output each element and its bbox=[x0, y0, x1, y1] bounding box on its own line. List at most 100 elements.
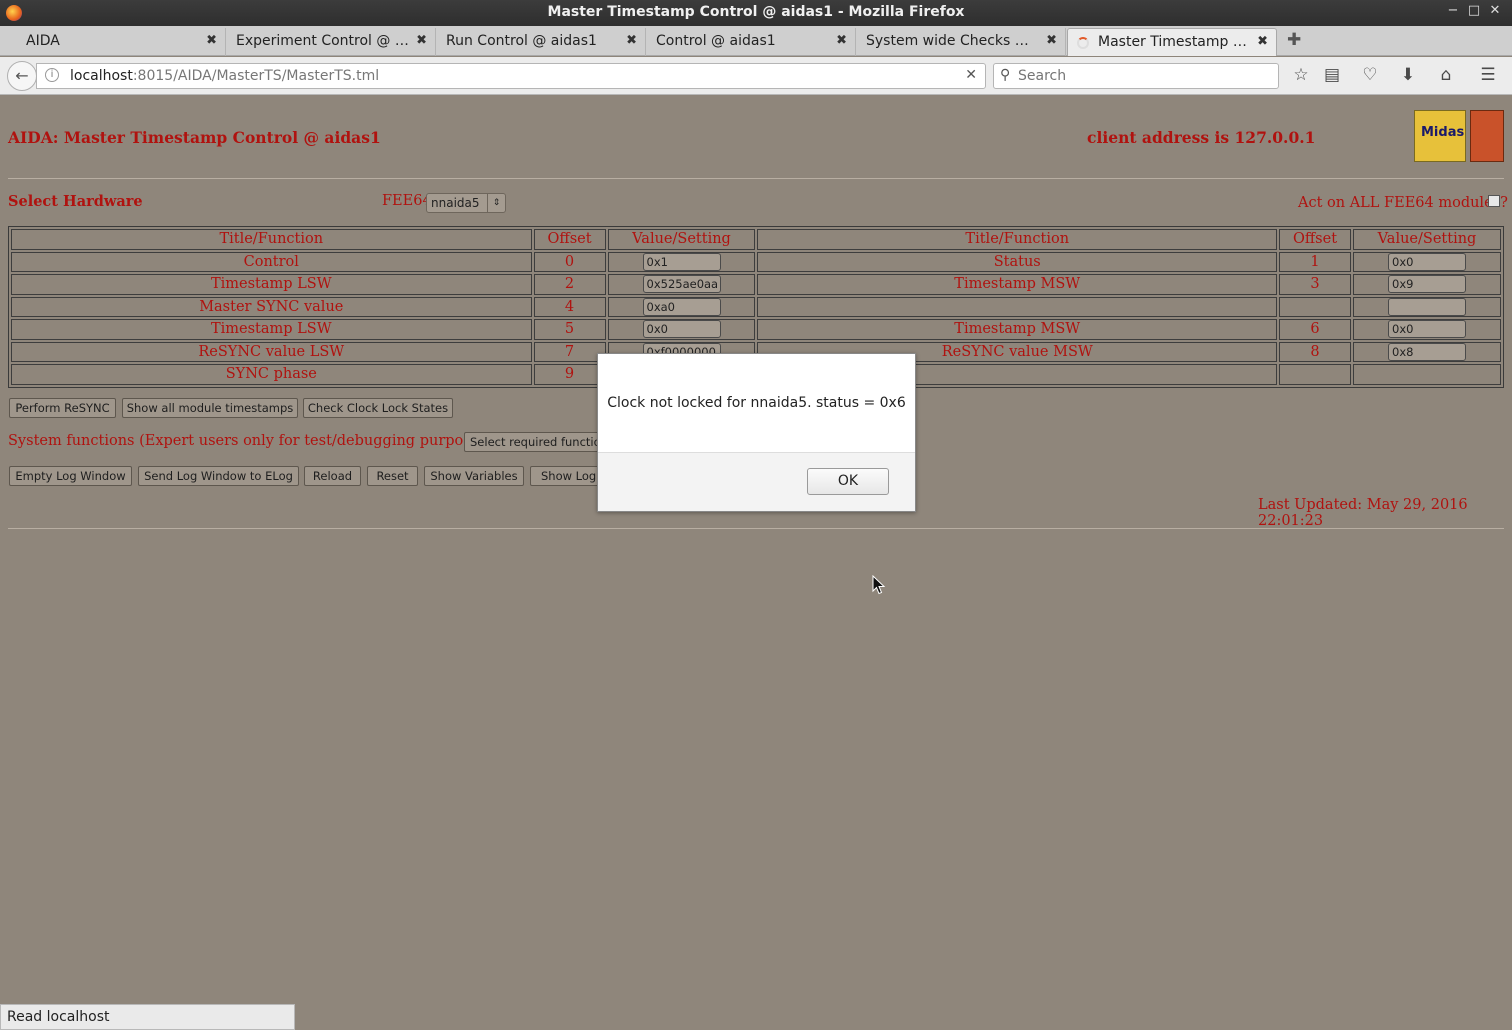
empty-log-button[interactable]: Empty Log Window bbox=[9, 466, 132, 486]
url-bar[interactable]: i localhost:8015/AIDA/MasterTS/MasterTS.… bbox=[36, 63, 986, 89]
tab-label: Experiment Control @ aidas1 bbox=[236, 33, 411, 49]
tab-master-timestamp[interactable]: Master Timestamp Control @ aidas1 ✖ bbox=[1067, 28, 1277, 56]
register-title bbox=[757, 296, 1278, 317]
ok-button[interactable]: OK bbox=[807, 468, 889, 495]
window-title: Master Timestamp Control @ aidas1 - Mozi… bbox=[547, 4, 965, 20]
info-icon[interactable]: i bbox=[45, 68, 59, 82]
register-offset: 3 bbox=[1279, 274, 1351, 295]
client-address: client address is 127.0.0.1 bbox=[1087, 128, 1316, 147]
tab-close-icon[interactable]: ✖ bbox=[1046, 33, 1057, 48]
table-row: Timestamp LSW 5 Timestamp MSW 6 bbox=[11, 319, 1501, 340]
select-hardware-label: Select Hardware bbox=[8, 193, 143, 210]
table-row: Timestamp LSW 2 Timestamp MSW 3 bbox=[11, 274, 1501, 295]
reading-list-icon[interactable]: ▤ bbox=[1321, 65, 1343, 85]
register-offset: 2 bbox=[533, 274, 606, 295]
search-input[interactable] bbox=[1018, 66, 1268, 86]
column-header: Value/Setting bbox=[607, 229, 756, 250]
show-variables-button[interactable]: Show Variables bbox=[424, 466, 524, 486]
minimize-icon[interactable]: − bbox=[1443, 3, 1463, 18]
perform-resync-button[interactable]: Perform ReSYNC bbox=[9, 398, 116, 418]
register-value-cell bbox=[607, 251, 756, 272]
register-value-input[interactable] bbox=[642, 320, 721, 339]
register-value-input[interactable] bbox=[642, 252, 721, 271]
reload-button[interactable]: Reload bbox=[304, 466, 361, 486]
register-offset: 1 bbox=[1279, 251, 1351, 272]
register-value-cell bbox=[607, 319, 756, 340]
reset-button[interactable]: Reset bbox=[367, 466, 418, 486]
register-title: Status bbox=[757, 251, 1278, 272]
tab-close-icon[interactable]: ✖ bbox=[1257, 34, 1268, 49]
register-value-input[interactable] bbox=[1388, 275, 1466, 294]
register-value-input[interactable] bbox=[1388, 320, 1466, 339]
table-row: Master SYNC value 4 bbox=[11, 296, 1501, 317]
tab-close-icon[interactable]: ✖ bbox=[206, 33, 217, 48]
pocket-icon[interactable]: ♡ bbox=[1359, 65, 1381, 85]
register-offset: 5 bbox=[533, 319, 606, 340]
show-all-timestamps-button[interactable]: Show all module timestamps bbox=[122, 398, 298, 418]
tab-run-control[interactable]: Run Control @ aidas1 ✖ bbox=[436, 28, 646, 56]
maximize-icon[interactable]: □ bbox=[1464, 3, 1484, 18]
fee64-label: FEE64 bbox=[382, 193, 432, 209]
show-log-button[interactable]: Show Log bbox=[530, 466, 602, 486]
tab-label: System wide Checks @ aidas1 bbox=[866, 33, 1041, 49]
menu-icon[interactable]: ☰ bbox=[1477, 65, 1499, 85]
register-value-input[interactable] bbox=[642, 297, 721, 316]
register-value-cell bbox=[1353, 296, 1501, 317]
tab-experiment-control[interactable]: Experiment Control @ aidas1 ✖ bbox=[226, 28, 436, 56]
register-title: Timestamp LSW bbox=[11, 319, 532, 340]
home-icon[interactable]: ⌂ bbox=[1435, 65, 1457, 85]
clear-url-icon[interactable]: ✕ bbox=[965, 67, 977, 83]
send-log-elog-button[interactable]: Send Log Window to ELog bbox=[138, 466, 299, 486]
page-content: AIDA: Master Timestamp Control @ aidas1 … bbox=[0, 96, 1512, 1030]
register-value-input[interactable] bbox=[1388, 252, 1466, 271]
tab-system-wide-checks[interactable]: System wide Checks @ aidas1 ✖ bbox=[856, 28, 1066, 56]
check-clock-lock-button[interactable]: Check Clock Lock States bbox=[303, 398, 453, 418]
register-value-input[interactable] bbox=[1388, 342, 1466, 361]
register-offset: 8 bbox=[1279, 341, 1351, 362]
fee64-selected-value: nnaida5 bbox=[431, 196, 480, 210]
register-value-input[interactable] bbox=[1388, 297, 1466, 316]
register-value-cell bbox=[607, 296, 756, 317]
search-icon: ⚲ bbox=[1000, 67, 1011, 83]
register-value-input[interactable] bbox=[642, 275, 721, 294]
column-header: Title/Function bbox=[757, 229, 1278, 250]
tab-strip: AIDA ✖ Experiment Control @ aidas1 ✖ Run… bbox=[0, 26, 1512, 56]
back-button[interactable]: ← bbox=[7, 61, 37, 91]
alert-dialog: Clock not locked for nnaida5. status = 0… bbox=[597, 353, 916, 512]
url-text[interactable]: localhost:8015/AIDA/MasterTS/MasterTS.tm… bbox=[70, 68, 379, 84]
register-offset: 4 bbox=[533, 296, 606, 317]
act-all-checkbox[interactable] bbox=[1488, 195, 1500, 207]
register-offset bbox=[1279, 296, 1351, 317]
register-title: Timestamp MSW bbox=[757, 319, 1278, 340]
download-icon[interactable]: ⬇ bbox=[1397, 65, 1419, 85]
register-value-cell bbox=[1353, 319, 1501, 340]
register-offset bbox=[1279, 364, 1351, 385]
tab-close-icon[interactable]: ✖ bbox=[836, 33, 847, 48]
register-title: Master SYNC value bbox=[11, 296, 532, 317]
register-value-cell bbox=[1353, 341, 1501, 362]
bookmark-star-icon[interactable]: ☆ bbox=[1290, 65, 1312, 85]
mouse-cursor-icon bbox=[872, 575, 886, 595]
register-title: SYNC phase bbox=[11, 364, 532, 385]
close-window-icon[interactable]: ✕ bbox=[1485, 3, 1505, 18]
tab-label: Run Control @ aidas1 bbox=[446, 33, 597, 49]
divider bbox=[8, 528, 1504, 529]
tab-control[interactable]: Control @ aidas1 ✖ bbox=[646, 28, 856, 56]
column-header: Offset bbox=[533, 229, 606, 250]
fee64-select[interactable]: nnaida5 ⇕ bbox=[426, 193, 506, 213]
register-value-cell bbox=[1353, 274, 1501, 295]
last-updated: Last Updated: May 29, 2016 22:01:23 bbox=[1258, 497, 1468, 529]
system-functions-label: System functions (Expert users only for … bbox=[8, 433, 510, 449]
register-offset: 0 bbox=[533, 251, 606, 272]
tab-close-icon[interactable]: ✖ bbox=[416, 33, 427, 48]
tcl-logo bbox=[1470, 110, 1504, 162]
register-value-cell bbox=[1353, 364, 1501, 385]
tab-aida[interactable]: AIDA ✖ bbox=[8, 28, 226, 56]
tab-close-icon[interactable]: ✖ bbox=[626, 33, 637, 48]
system-function-select[interactable]: Select required function bbox=[464, 432, 602, 452]
table-header-row: Title/Function Offset Value/Setting Titl… bbox=[11, 229, 1501, 250]
register-offset: 6 bbox=[1279, 319, 1351, 340]
new-tab-icon[interactable]: ✚ bbox=[1287, 30, 1301, 50]
search-bar[interactable]: ⚲ bbox=[993, 63, 1279, 89]
tab-label: Master Timestamp Control @ aidas1 bbox=[1098, 34, 1252, 50]
